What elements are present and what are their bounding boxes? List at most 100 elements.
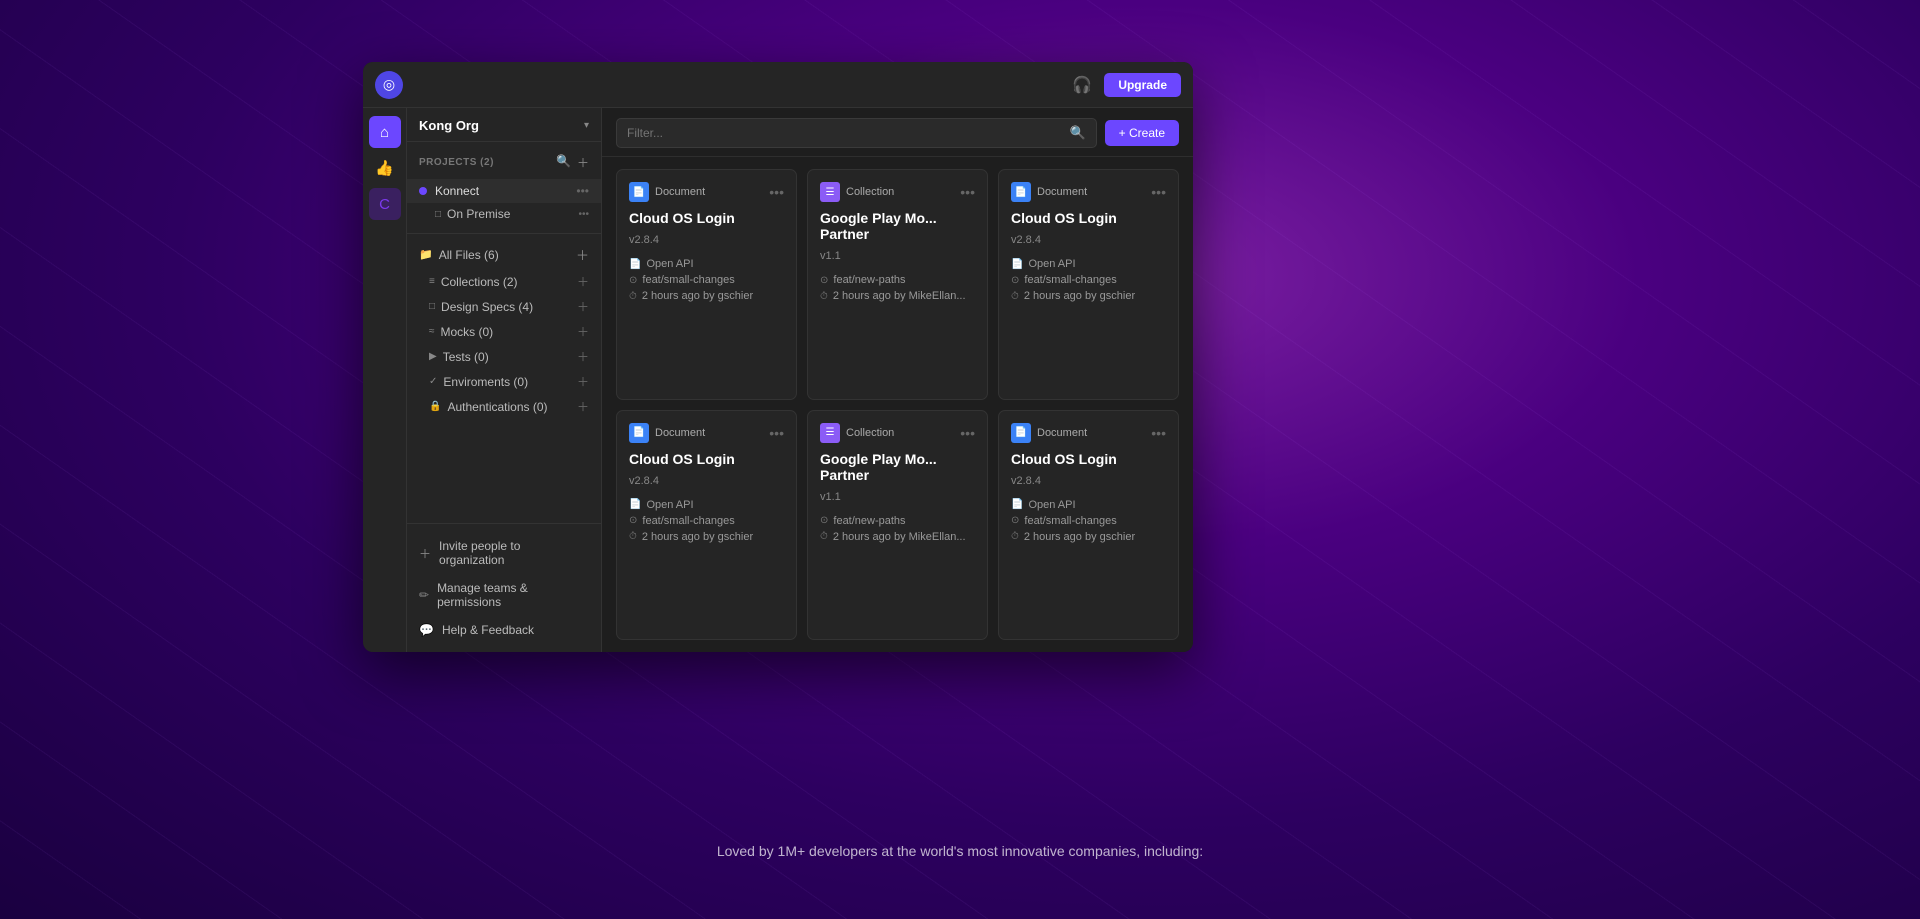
filter-input[interactable] — [627, 126, 1063, 140]
main-layout: ⌂ 👍 C Kong Org ▾ PROJECTS (2) 🔍 ＋ — [363, 108, 1193, 652]
card-header-4: ☰ Collection ••• — [820, 423, 975, 443]
card-more-5[interactable]: ••• — [1151, 425, 1166, 441]
manage-teams-label: Manage teams & permissions — [437, 581, 589, 609]
card-1[interactable]: ☰ Collection ••• Google Play Mo... Partn… — [807, 169, 988, 400]
card-version-3: v2.8.4 — [629, 475, 784, 487]
time-icon-5: ⏱ — [1011, 531, 1019, 542]
api-icon-5: 📄 — [1011, 499, 1023, 510]
on-premise-icon: □ — [435, 209, 441, 220]
tree-item-mocks[interactable]: ≈ Mocks (0) ＋ — [407, 319, 601, 344]
all-files-folder-icon: 📁 — [419, 248, 433, 261]
card-time-1: ⏱ 2 hours ago by MikeEllan... — [820, 290, 975, 302]
time-icon-1: ⏱ — [820, 291, 828, 302]
branch-icon-2: ⊙ — [1011, 275, 1019, 286]
card-branch-4: ⊙ feat/new-paths — [820, 515, 975, 527]
design-specs-label: Design Specs (4) — [441, 300, 577, 314]
sidebar-icon-thumb[interactable]: 👍 — [369, 152, 401, 184]
card-time-2: ⏱ 2 hours ago by gschier — [1011, 290, 1166, 302]
design-specs-icon: □ — [429, 301, 435, 312]
card-branch-5: ⊙ feat/small-changes — [1011, 515, 1166, 527]
mocks-icon: ≈ — [429, 326, 435, 337]
card-title-0: Cloud OS Login — [629, 210, 784, 226]
add-file-icon[interactable]: ＋ — [576, 245, 589, 264]
card-type-label-2: Document — [1037, 186, 1145, 198]
card-3[interactable]: 📄 Document ••• Cloud OS Login v2.8.4 📄 O… — [616, 410, 797, 641]
card-meta-5: 📄 Open API ⊙ feat/small-changes ⏱ 2 hour… — [1011, 499, 1166, 543]
search-projects-icon[interactable]: 🔍 — [556, 154, 571, 171]
card-header-2: 📄 Document ••• — [1011, 182, 1166, 202]
card-version-0: v2.8.4 — [629, 234, 784, 246]
branch-icon-0: ⊙ — [629, 275, 637, 286]
tree-item-design-specs[interactable]: □ Design Specs (4) ＋ — [407, 294, 601, 319]
tree-item-tests[interactable]: ▶ Tests (0) ＋ — [407, 344, 601, 369]
tree-item-collections[interactable]: ≡ Collections (2) ＋ — [407, 269, 601, 294]
card-type-label-1: Collection — [846, 186, 954, 198]
card-version-1: v1.1 — [820, 250, 975, 262]
card-2[interactable]: 📄 Document ••• Cloud OS Login v2.8.4 📄 O… — [998, 169, 1179, 400]
branch-icon-1: ⊙ — [820, 275, 828, 286]
environments-icon: ✓ — [429, 376, 437, 387]
invite-people-item[interactable]: ＋ Invite people to organization — [407, 532, 601, 574]
card-4[interactable]: ☰ Collection ••• Google Play Mo... Partn… — [807, 410, 988, 641]
tree-item-environments[interactable]: ✓ Enviroments (0) ＋ — [407, 369, 601, 394]
collections-label: Collections (2) — [441, 275, 577, 289]
filter-bar[interactable]: 🔍 — [616, 118, 1097, 148]
add-project-icon[interactable]: ＋ — [577, 154, 589, 171]
card-type-label-3: Document — [655, 427, 763, 439]
projects-actions: 🔍 ＋ — [556, 154, 589, 171]
tests-add-icon[interactable]: ＋ — [577, 348, 589, 365]
all-files-header[interactable]: 📁 All Files (6) ＋ — [407, 240, 601, 269]
sub-project-on-premise[interactable]: □ On Premise ••• — [407, 203, 601, 225]
sidebar-icon-moon[interactable]: C — [369, 188, 401, 220]
content-header: 🔍 + Create — [602, 108, 1193, 157]
collections-add-icon[interactable]: ＋ — [577, 273, 589, 290]
card-0[interactable]: 📄 Document ••• Cloud OS Login v2.8.4 📄 O… — [616, 169, 797, 400]
help-feedback-item[interactable]: 💬 Help & Feedback — [407, 616, 601, 644]
environments-add-icon[interactable]: ＋ — [577, 373, 589, 390]
design-specs-add-icon[interactable]: ＋ — [577, 298, 589, 315]
card-api-2: 📄 Open API — [1011, 258, 1166, 270]
card-title-3: Cloud OS Login — [629, 451, 784, 467]
org-header[interactable]: Kong Org ▾ — [407, 108, 601, 142]
invite-icon: ＋ — [419, 545, 431, 562]
auth-add-icon[interactable]: ＋ — [577, 398, 589, 415]
manage-teams-icon: ✏ — [419, 588, 429, 602]
card-branch-0: ⊙ feat/small-changes — [629, 274, 784, 286]
tree-item-authentications[interactable]: 🔒 Authentications (0) ＋ — [407, 394, 601, 419]
mocks-add-icon[interactable]: ＋ — [577, 323, 589, 340]
card-title-4: Google Play Mo... Partner — [820, 451, 975, 483]
bottom-tagline: Loved by 1M+ developers at the world's m… — [717, 843, 1203, 859]
card-more-3[interactable]: ••• — [769, 425, 784, 441]
card-title-1: Google Play Mo... Partner — [820, 210, 975, 242]
card-more-4[interactable]: ••• — [960, 425, 975, 441]
sidebar-icon-home[interactable]: ⌂ — [369, 116, 401, 148]
card-type-icon-4: ☰ — [820, 423, 840, 443]
card-more-1[interactable]: ••• — [960, 184, 975, 200]
branch-icon-4: ⊙ — [820, 515, 828, 526]
project-more-konnect[interactable]: ••• — [576, 184, 589, 198]
card-time-4: ⏱ 2 hours ago by MikeEllan... — [820, 531, 975, 543]
auth-label: Authentications (0) — [447, 400, 577, 414]
api-icon-0: 📄 — [629, 259, 641, 270]
card-title-2: Cloud OS Login — [1011, 210, 1166, 226]
api-icon-3: 📄 — [629, 499, 641, 510]
help-icon[interactable]: 🎧 — [1068, 71, 1096, 99]
card-type-icon-2: 📄 — [1011, 182, 1031, 202]
card-5[interactable]: 📄 Document ••• Cloud OS Login v2.8.4 📄 O… — [998, 410, 1179, 641]
project-item-konnect[interactable]: Konnect ••• — [407, 179, 601, 203]
on-premise-more[interactable]: ••• — [578, 209, 589, 220]
auth-icon: 🔒 — [429, 401, 441, 412]
environments-label: Enviroments (0) — [443, 375, 577, 389]
card-more-2[interactable]: ••• — [1151, 184, 1166, 200]
create-button[interactable]: + Create — [1105, 120, 1179, 146]
upgrade-button[interactable]: Upgrade — [1104, 73, 1181, 97]
card-api-5: 📄 Open API — [1011, 499, 1166, 511]
api-icon-2: 📄 — [1011, 259, 1023, 270]
invite-label: Invite people to organization — [439, 539, 589, 567]
manage-teams-item[interactable]: ✏ Manage teams & permissions — [407, 574, 601, 616]
card-type-label-4: Collection — [846, 427, 954, 439]
card-type-icon-1: ☰ — [820, 182, 840, 202]
collections-icon: ≡ — [429, 276, 435, 287]
card-more-0[interactable]: ••• — [769, 184, 784, 200]
card-meta-4: ⊙ feat/new-paths ⏱ 2 hours ago by MikeEl… — [820, 515, 975, 543]
